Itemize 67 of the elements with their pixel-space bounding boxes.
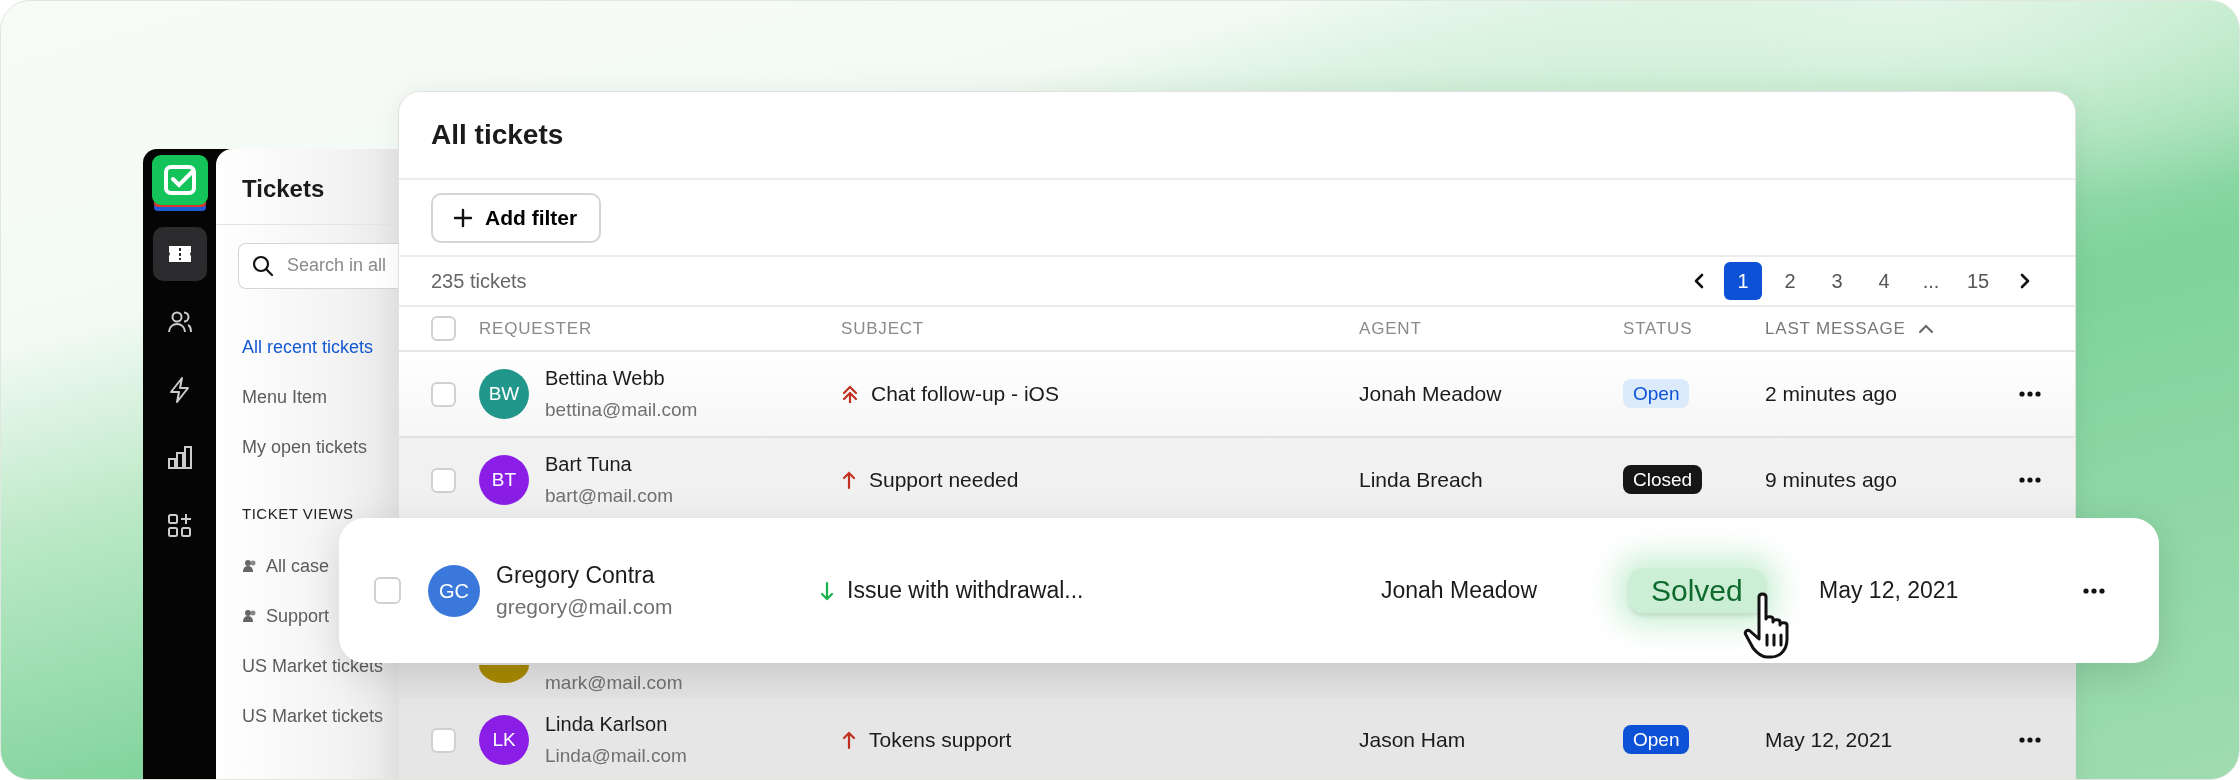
avatar: BW xyxy=(479,369,529,419)
column-header[interactable]: AGENT xyxy=(1359,315,1422,342)
ticket-subject: Chat follow-up - iOS xyxy=(871,381,1059,408)
ticket-subject: Tokens support xyxy=(869,727,1012,754)
last-message-time: 9 minutes ago xyxy=(1765,467,1898,494)
select-all-checkbox[interactable] xyxy=(431,316,456,341)
page-button[interactable]: 15 xyxy=(1959,262,1997,300)
sidebar-item[interactable]: Support xyxy=(266,603,330,631)
status-badge: Closed xyxy=(1623,464,1703,494)
status-badge: Open xyxy=(1623,378,1690,408)
sidebar-item[interactable]: US Market tickets xyxy=(242,703,384,731)
column-header[interactable]: STATUS xyxy=(1623,315,1693,342)
people-icon xyxy=(242,559,256,574)
card-title: All tickets xyxy=(399,92,2075,180)
rail-button[interactable] xyxy=(152,227,207,281)
requester-email: mark@mail.com xyxy=(545,671,683,695)
page-button[interactable]: 1 xyxy=(1724,262,1762,300)
avatar: BT xyxy=(479,455,529,505)
more-icon xyxy=(2019,391,2041,397)
search-field[interactable]: Search in all xyxy=(238,242,398,289)
status-badge: Open xyxy=(1623,724,1690,754)
more-icon xyxy=(2019,737,2041,743)
last-message-time: May 12, 2021 xyxy=(1765,727,1894,754)
sidebar-item[interactable]: All recent tickets xyxy=(242,334,374,359)
row-checkbox[interactable] xyxy=(431,467,456,493)
column-header[interactable]: SUBJECT xyxy=(841,315,925,342)
page-button[interactable]: 4 xyxy=(1865,262,1903,300)
people-icon xyxy=(242,609,256,624)
requester-email: Linda@mail.com xyxy=(545,744,687,768)
avatar: GC xyxy=(428,564,480,617)
plus-icon xyxy=(453,207,473,228)
sidebar-item[interactable]: Menu Item xyxy=(242,384,328,409)
agent-name: Linda Breach xyxy=(1359,467,1484,494)
last-message-time: May 12, 2021 xyxy=(1819,576,1960,606)
last-message-time: 2 minutes ago xyxy=(1765,381,1898,408)
column-header[interactable]: REQUESTER xyxy=(479,315,592,342)
row-checkbox[interactable] xyxy=(374,577,401,604)
agent-name: Jonah Meadow xyxy=(1381,576,1538,606)
sidebar-item[interactable]: My open tickets xyxy=(242,434,368,459)
bar-chart-icon xyxy=(165,444,194,472)
requester-email: bettina@mail.com xyxy=(545,398,698,422)
apps-plus-icon xyxy=(165,512,194,540)
requester-name: Gregory Contra xyxy=(496,561,656,588)
agent-name: Jonah Meadow xyxy=(1359,381,1503,408)
page-button[interactable]: ... xyxy=(1912,262,1950,300)
avatar: LK xyxy=(479,715,529,765)
requester-email: bart@mail.com xyxy=(545,484,674,508)
add-filter-button[interactable]: Add filter xyxy=(431,192,602,243)
ticket-subject: Issue with withdrawal... xyxy=(847,576,1084,606)
sidebar-item[interactable]: All case xyxy=(266,553,330,581)
requester-name: Bart Tuna xyxy=(545,452,633,477)
requester-email: gregory@mail.com xyxy=(496,593,673,620)
status-badge: Solved xyxy=(1629,567,1765,613)
more-icon xyxy=(2083,587,2105,594)
app-logo-icon xyxy=(151,155,208,213)
row-checkbox[interactable] xyxy=(431,727,456,753)
agent-name: Jason Ham xyxy=(1359,727,1467,754)
column-header[interactable]: LAST MESSAGE xyxy=(1765,315,1906,342)
ticket-count: 235 tickets xyxy=(431,269,527,294)
more-icon xyxy=(2019,477,2041,483)
requester-name: Bettina Webb xyxy=(545,366,666,391)
search-icon xyxy=(252,254,274,277)
requester-name: Linda Karlson xyxy=(545,712,669,737)
row-checkbox[interactable] xyxy=(431,381,456,407)
page-button[interactable]: 2 xyxy=(1771,262,1809,300)
ticket-subject: Support needed xyxy=(869,467,1019,494)
page-button[interactable]: 3 xyxy=(1818,262,1856,300)
